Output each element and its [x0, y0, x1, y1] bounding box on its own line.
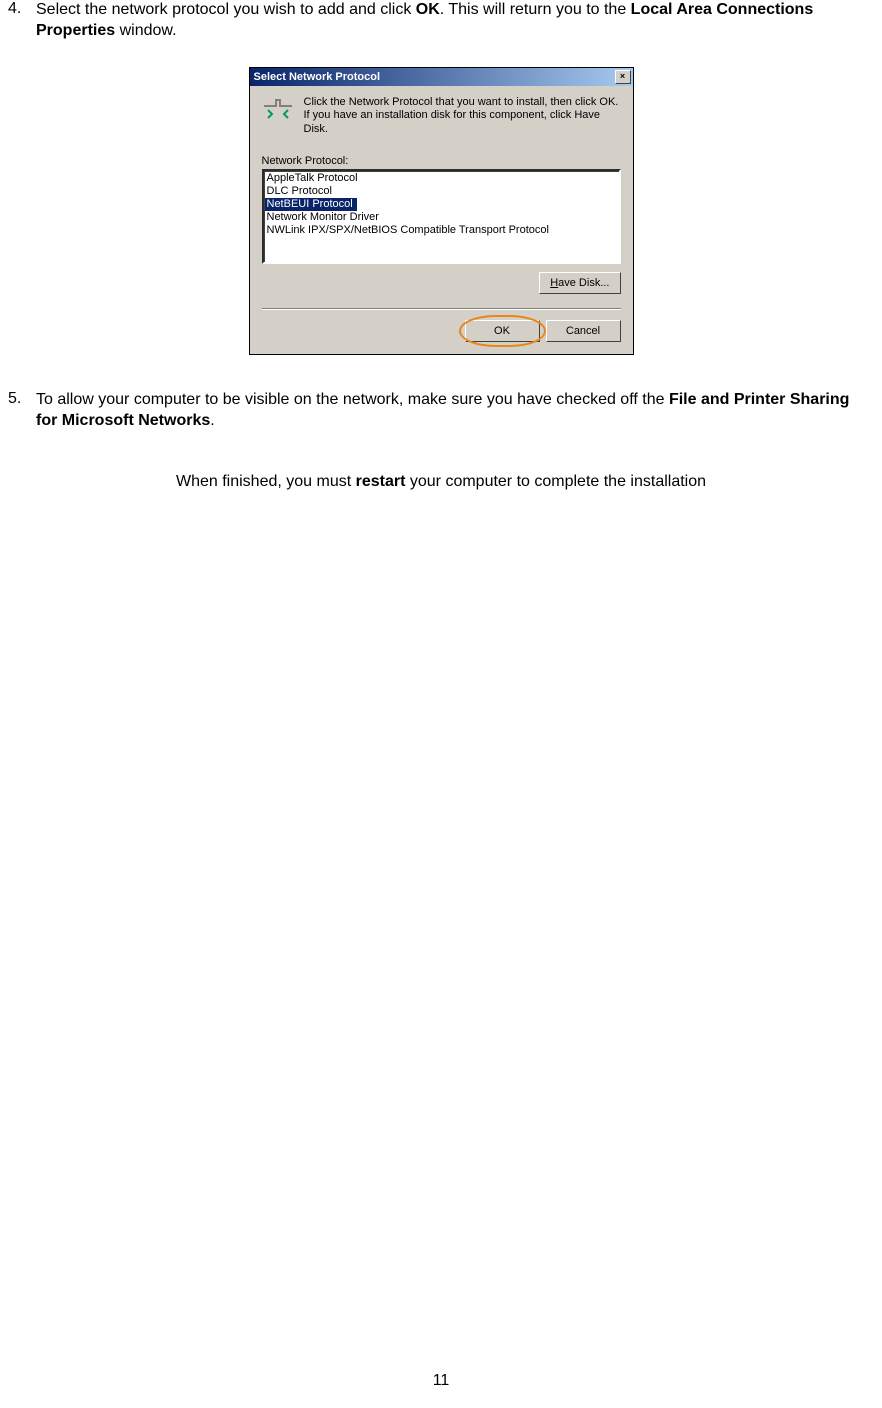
close-icon: × [620, 72, 625, 81]
list-item-selected[interactable]: NetBEUI Protocol [265, 198, 357, 211]
cancel-button[interactable]: Cancel [546, 320, 621, 342]
step-5-number: 5. [8, 390, 36, 432]
step-5-text: To allow your computer to be visible on … [36, 390, 874, 432]
dialog-wrapper: Select Network Protocol × Click the Netw… [8, 67, 874, 355]
ok-button[interactable]: OK [465, 320, 540, 342]
step-4-text: Select the network protocol you wish to … [36, 0, 874, 42]
step-5: 5. To allow your computer to be visible … [8, 390, 874, 432]
list-item[interactable]: DLC Protocol [265, 185, 618, 198]
step-4-t3: window. [115, 22, 176, 39]
dialog-body: Click the Network Protocol that you want… [250, 86, 633, 354]
list-item[interactable]: NWLink IPX/SPX/NetBIOS Compatible Transp… [265, 224, 618, 237]
instruction-row: Click the Network Protocol that you want… [262, 96, 621, 137]
step-5-t2: . [210, 412, 214, 429]
ok-cancel-row: OK Cancel [262, 320, 621, 342]
step-5-t1: To allow your computer to be visible on … [36, 391, 669, 408]
step-4: 4. Select the network protocol you wish … [8, 0, 874, 42]
step-4-number: 4. [8, 0, 36, 42]
page-number: 11 [0, 1372, 882, 1390]
list-item[interactable]: AppleTalk Protocol [265, 172, 618, 185]
note-b1: restart [356, 473, 406, 490]
list-label: Network Protocol: [262, 155, 621, 167]
dialog-instruction: Click the Network Protocol that you want… [304, 96, 621, 137]
network-protocol-icon [262, 96, 294, 124]
separator [262, 308, 621, 310]
protocol-listbox[interactable]: AppleTalk Protocol DLC Protocol NetBEUI … [262, 169, 621, 264]
have-disk-rest: ave Disk... [558, 277, 609, 289]
titlebar: Select Network Protocol × [250, 68, 633, 86]
restart-note: When finished, you must restart your com… [8, 473, 874, 491]
dialog-title: Select Network Protocol [254, 71, 381, 83]
list-item[interactable]: Network Monitor Driver [265, 211, 618, 224]
have-disk-row: Have Disk... [262, 272, 621, 294]
note-t1: When finished, you must [176, 473, 356, 490]
note-t2: your computer to complete the installati… [405, 473, 706, 490]
close-button[interactable]: × [615, 70, 631, 84]
have-disk-accel: H [550, 277, 558, 289]
select-network-protocol-dialog: Select Network Protocol × Click the Netw… [249, 67, 634, 355]
step-4-t1: Select the network protocol you wish to … [36, 1, 416, 18]
step-4-b1: OK [416, 1, 440, 18]
ok-highlight-circle: OK [465, 320, 540, 342]
step-4-t2: . This will return you to the [440, 1, 631, 18]
have-disk-button[interactable]: Have Disk... [539, 272, 620, 294]
